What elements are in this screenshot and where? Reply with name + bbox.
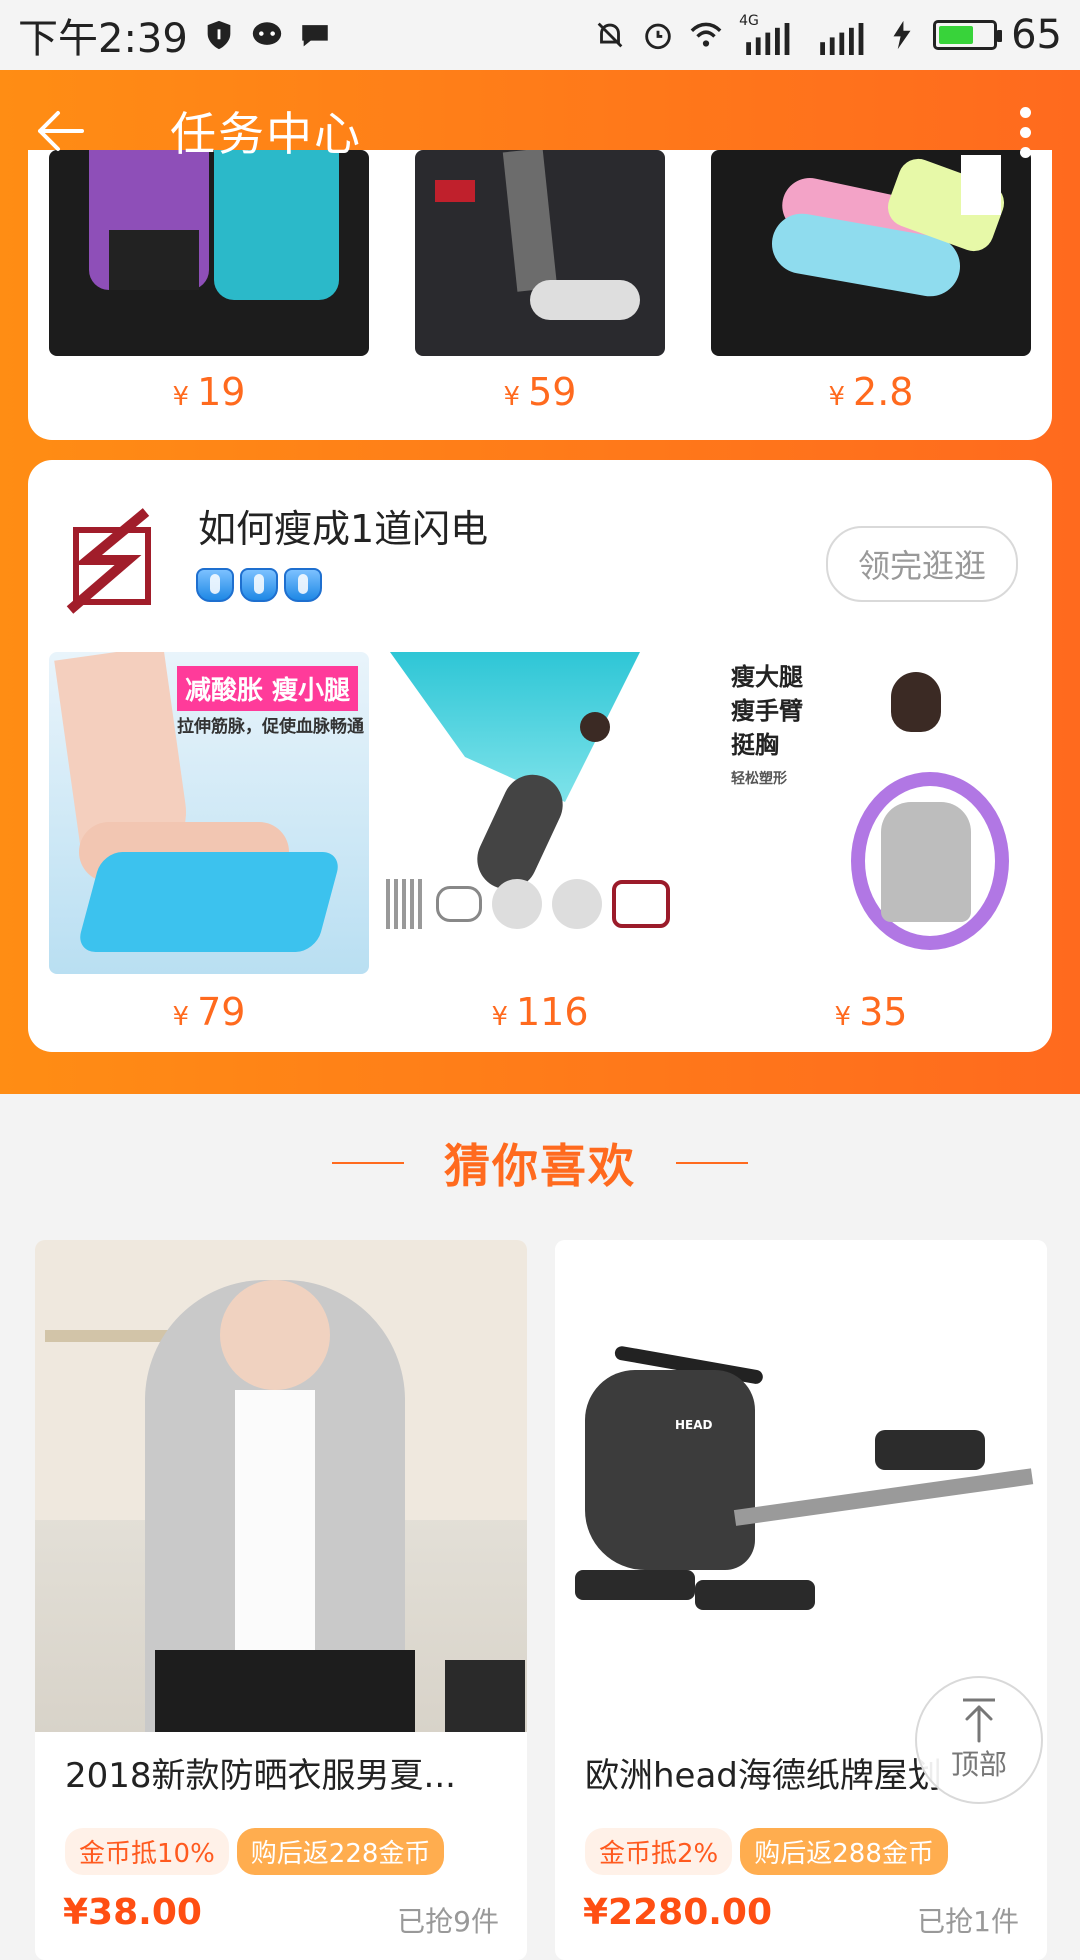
status-bar: 下午2:39 4G 65 xyxy=(0,0,1080,70)
product-price: ¥79 xyxy=(172,990,246,1034)
crown-icon xyxy=(196,568,234,602)
product-price: ¥35 xyxy=(834,990,908,1034)
product-price: ¥59 xyxy=(503,370,577,414)
section-title: 猜你喜欢 xyxy=(444,1139,636,1193)
coin-discount-tag: 金币抵2% xyxy=(585,1828,733,1875)
crown-icon xyxy=(240,568,278,602)
back-arrow-icon xyxy=(38,111,84,151)
shop-card: 如何瘦成1道闪电 领完逛逛 减酸胀 瘦小腿 拉伸筋脉，促使血脉畅通 瘦大腿 瘦手… xyxy=(28,460,1052,1052)
product-card[interactable]: 2018新款防晒衣服男夏... 金币抵10% 购后返228金币 ¥38.00 已… xyxy=(35,1240,527,1960)
coin-rebate-tag: 购后返288金币 xyxy=(740,1828,948,1875)
battery-level xyxy=(939,26,974,44)
coin-discount-tag: 金币抵10% xyxy=(65,1828,229,1875)
alarm-icon xyxy=(641,18,675,52)
slogan-text: 挺胸 xyxy=(731,731,779,759)
product-price: ¥2280.00 xyxy=(583,1892,773,1933)
product-image[interactable]: HEAD xyxy=(555,1240,1047,1732)
promo-badge: 减酸胀 瘦小腿 xyxy=(177,666,359,711)
sold-count: 已抢9件 xyxy=(397,1905,499,1938)
product-price: ¥38.00 xyxy=(63,1892,202,1933)
more-dot-icon xyxy=(1019,106,1031,118)
battery-percent: 65 xyxy=(1011,12,1062,58)
product-price: ¥2.8 xyxy=(828,370,914,414)
shop-card-previous: ¥19 ¥59 ¥2.8 xyxy=(28,150,1052,440)
slogan-text: 瘦手臂 xyxy=(731,697,803,725)
product-price: ¥19 xyxy=(172,370,246,414)
chat-bubble-icon xyxy=(250,18,284,52)
signal-icon xyxy=(811,19,871,55)
product-tags: 金币抵10% 购后返228金币 xyxy=(65,1828,445,1875)
divider-line xyxy=(332,1162,404,1164)
brand-mark: HEAD xyxy=(675,1418,713,1432)
product-card[interactable]: HEAD 欧洲head海德纸牌屋划 金币抵2% 购后返288金币 ¥2280.0… xyxy=(555,1240,1047,1960)
shield-icon xyxy=(202,18,236,52)
divider-line xyxy=(676,1162,748,1164)
product-thumb-yoga-hammock[interactable] xyxy=(380,652,700,974)
top-nav: 任务中心 xyxy=(0,70,1080,192)
guess-section-header: 猜你喜欢 xyxy=(0,1130,1080,1196)
product-thumb-pilates-ring[interactable]: 瘦大腿 瘦手臂 挺胸 轻松塑形 xyxy=(711,652,1031,974)
status-left: 下午2:39 xyxy=(18,6,332,64)
battery-icon xyxy=(933,20,1003,50)
back-to-top-label: 顶部 xyxy=(950,1748,1007,1781)
shop-logo[interactable] xyxy=(58,500,168,620)
message-icon xyxy=(298,18,332,52)
more-menu-button[interactable] xyxy=(990,92,1060,172)
charging-icon xyxy=(885,18,919,52)
shop-name[interactable]: 如何瘦成1道闪电 xyxy=(198,498,488,553)
product-name: 2018新款防晒衣服男夏... xyxy=(65,1756,456,1796)
product-thumb-foot-stretcher[interactable]: 减酸胀 瘦小腿 拉伸筋脉，促使血脉畅通 xyxy=(49,652,369,974)
product-tags: 金币抵2% 购后返288金币 xyxy=(585,1828,948,1875)
status-time: 下午2:39 xyxy=(18,16,188,62)
more-dot-icon xyxy=(1019,126,1031,138)
signal-4g-icon: 4G xyxy=(737,13,797,55)
sold-count: 已抢1件 xyxy=(917,1905,1019,1938)
status-right: 4G 65 xyxy=(593,12,1062,58)
product-image[interactable] xyxy=(35,1240,527,1732)
wifi-icon xyxy=(689,18,723,52)
arrow-up-icon xyxy=(963,1698,995,1743)
page-title: 任务中心 xyxy=(170,107,362,161)
mute-bell-icon xyxy=(593,18,627,52)
more-dot-icon xyxy=(1019,146,1031,158)
slogan-text: 轻松塑形 xyxy=(731,771,787,787)
back-button[interactable] xyxy=(0,70,120,192)
product-price: ¥116 xyxy=(491,990,589,1034)
promo-subtitle: 拉伸筋脉，促使血脉畅通 xyxy=(177,717,364,737)
crown-icon xyxy=(284,568,322,602)
slogan-text: 瘦大腿 xyxy=(731,663,803,691)
shop-rating xyxy=(196,568,322,602)
coin-rebate-tag: 购后返228金币 xyxy=(236,1828,445,1875)
back-to-top-button[interactable]: 顶部 xyxy=(915,1676,1043,1804)
visit-shop-button[interactable]: 领完逛逛 xyxy=(826,526,1018,602)
